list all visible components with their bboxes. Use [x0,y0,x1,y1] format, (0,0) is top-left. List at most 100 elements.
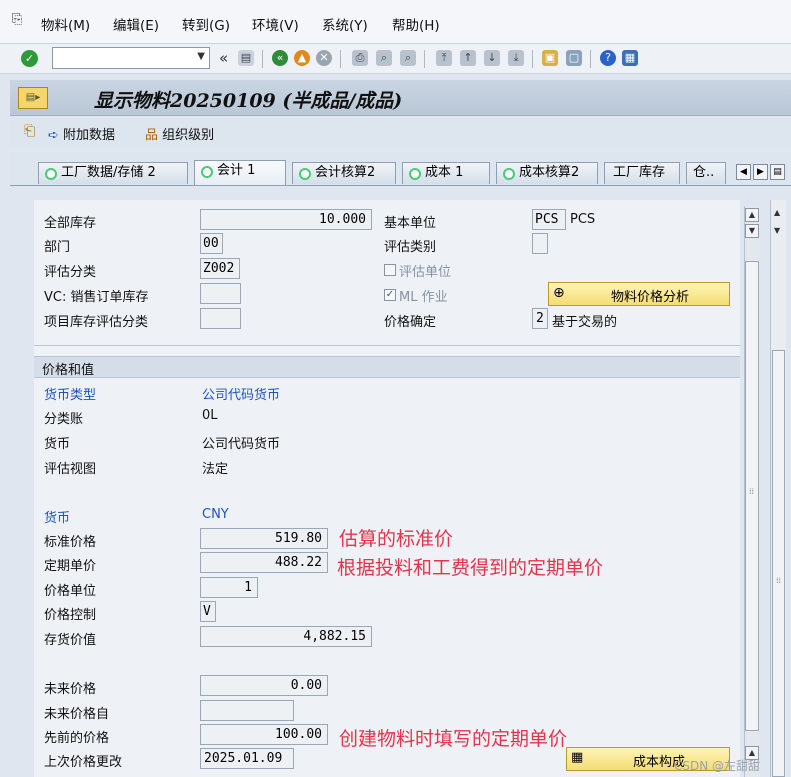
project-stock-valuation-field[interactable] [200,308,241,329]
tab-list-icon[interactable]: ▤ [770,164,785,180]
shortcut-icon[interactable]: ▢ [566,50,582,66]
price-unit-label: 价格单位 [44,584,97,599]
periodic-price-field[interactable]: 488.22 [200,552,328,573]
material-display-icon: ▤▸ [18,87,48,109]
base-unit-label: 基本单位 [384,216,437,231]
outer-scroll-up-icon[interactable]: ▲ [774,208,780,217]
currency-type-label: 货币类型 [44,388,97,403]
price-analysis-icon: ⊕ [553,285,565,301]
print-icon[interactable]: ⎙ [352,50,368,66]
future-price-from-label: 未来价格自 [44,707,110,722]
prices-values-title: 价格和值 [42,363,95,378]
tab-scroll-right-icon[interactable]: ▶ [753,164,768,180]
price-determination-field[interactable]: 2 [532,308,548,329]
dropdown-arrow-icon[interactable]: ▼ [197,51,205,62]
periodic-price-annotation: 根据投料和工费得到的定期单价 [337,557,604,579]
previous-price-field[interactable]: 100.00 [200,724,328,745]
org-levels-button[interactable]: 品 组织级别 [145,124,214,143]
tab-status-icon [409,168,421,180]
inventory-value-field[interactable]: 4,882.15 [200,626,372,647]
currency-type-value: 公司代码货币 [202,388,281,403]
tab-warehouse[interactable]: 仓.. [686,162,726,184]
outer-vertical-scrollbar[interactable]: ▲ ▼ ⁞⁞ [770,200,786,777]
tab-label: 会计 1 [217,163,256,178]
tab-status-icon [503,168,515,180]
tab-plant-stock[interactable]: 工厂库存 [604,162,680,184]
price-control-field[interactable]: V [200,601,216,622]
currency-cny-label: 货币 [44,511,71,526]
layout-menu-icon[interactable]: ▦ [622,50,638,66]
scroll-up-icon[interactable]: ▲ [745,208,759,222]
other-view-icon[interactable]: ⎗ [24,123,35,139]
help-icon[interactable]: ? [600,50,616,66]
ml-active-checkbox[interactable]: ✓ [384,289,396,301]
last-page-icon[interactable]: ⤓ [508,50,524,66]
page-title: 显示物料20250109 (半成品/成品) [94,90,403,112]
price-unit-field[interactable]: 1 [200,577,258,598]
price-determination-label: 价格确定 [384,315,437,330]
find-next-icon[interactable]: ⌕ [400,50,416,66]
cancel-icon[interactable]: ✕ [316,50,332,66]
future-price-from-field[interactable] [200,700,294,721]
create-session-icon[interactable]: ▣ [542,50,558,66]
exit-icon[interactable]: ▲ [294,50,310,66]
next-page-icon[interactable]: ↓ [484,50,500,66]
previous-price-annotation: 创建物料时填写的定期单价 [339,728,568,750]
tab-accounting-2[interactable]: 会计核算2 [292,162,396,184]
arrow-right-icon: ➪ [48,128,59,143]
scroll-down-icon[interactable]: ▼ [745,224,759,238]
valuated-unit-checkbox[interactable] [384,264,396,276]
last-price-change-label: 上次价格更改 [44,755,123,770]
menu-help[interactable]: 帮助(H) [392,14,440,34]
toolbar-separator [590,50,591,68]
valuation-category-field[interactable] [532,233,548,254]
tab-label: 工厂数据/存储 2 [61,165,156,180]
tab-costing-1[interactable]: 成本 1 [402,162,490,184]
save-icon[interactable]: ▤ [238,50,254,66]
back-double-arrow-icon[interactable]: « [219,49,228,67]
org-hierarchy-icon: 品 [145,128,159,143]
future-price-field[interactable]: 0.00 [200,675,328,696]
previous-page-icon[interactable]: ↑ [460,50,476,66]
menu-system[interactable]: 系统(Y) [322,14,368,34]
menu-exit-icon[interactable]: ⎘ [12,12,28,27]
tab-costing-2[interactable]: 成本核算2 [496,162,598,184]
enter-check-icon[interactable]: ✓ [21,50,38,67]
division-field[interactable]: 00 [200,233,223,254]
additional-data-button[interactable]: ➪ 附加数据 [48,124,115,143]
menu-edit[interactable]: 编辑(E) [113,14,159,34]
valuation-view-value: 法定 [202,462,229,477]
vc-sales-order-stock-field[interactable] [200,283,241,304]
tab-label: 工厂库存 [613,165,666,180]
valuation-category-label: 评估类别 [384,240,437,255]
valuation-class-field[interactable]: Z002 [200,258,240,279]
inner-vertical-scrollbar[interactable]: ▲ ▼ ⁞⁞ ▲ [744,206,760,777]
tab-accounting-1[interactable]: 会计 1 [194,160,286,185]
menu-goto[interactable]: 转到(G) [182,14,230,34]
menu-material[interactable]: 物料(M) [41,14,90,34]
price-control-label: 价格控制 [44,608,97,623]
total-stock-field[interactable]: 10.000 [200,209,372,230]
last-price-change-field[interactable]: 2025.01.09 [200,748,294,769]
outer-scrollbar-thumb[interactable]: ⁞⁞ [772,350,785,777]
base-unit-field[interactable]: PCS [532,209,566,230]
material-price-analysis-button[interactable]: ⊕ 物料价格分析 [548,282,730,306]
first-page-icon[interactable]: ⤒ [436,50,452,66]
outer-scroll-down-icon[interactable]: ▼ [774,226,780,235]
standard-price-field[interactable]: 519.80 [200,528,328,549]
find-icon[interactable]: ⌕ [376,50,392,66]
cost-structure-icon: ▦ [571,750,584,765]
inventory-value-label: 存货价值 [44,633,97,648]
tab-scroll-left-icon[interactable]: ◀ [736,164,751,180]
price-determination-text: 基于交易的 [552,315,618,330]
menu-environment[interactable]: 环境(V) [252,14,299,34]
tab-label: 会计核算2 [315,165,376,180]
grip-icon: ⁞⁞ [749,487,755,496]
back-icon[interactable]: « [272,50,288,66]
standard-toolbar: ✓ ▼ « ▤ « ▲ ✕ ⎙ ⌕ ⌕ ⤒ ↑ ↓ ⤓ ▣ ▢ ? ▦ [0,44,791,74]
tab-plant-storage-2[interactable]: 工厂数据/存储 2 [38,162,188,184]
watermark: CSDN @左甜甜 [674,759,761,773]
scrollbar-thumb[interactable]: ⁞⁞ [745,261,759,731]
command-field[interactable]: ▼ [52,47,210,69]
tab-status-icon [45,168,57,180]
